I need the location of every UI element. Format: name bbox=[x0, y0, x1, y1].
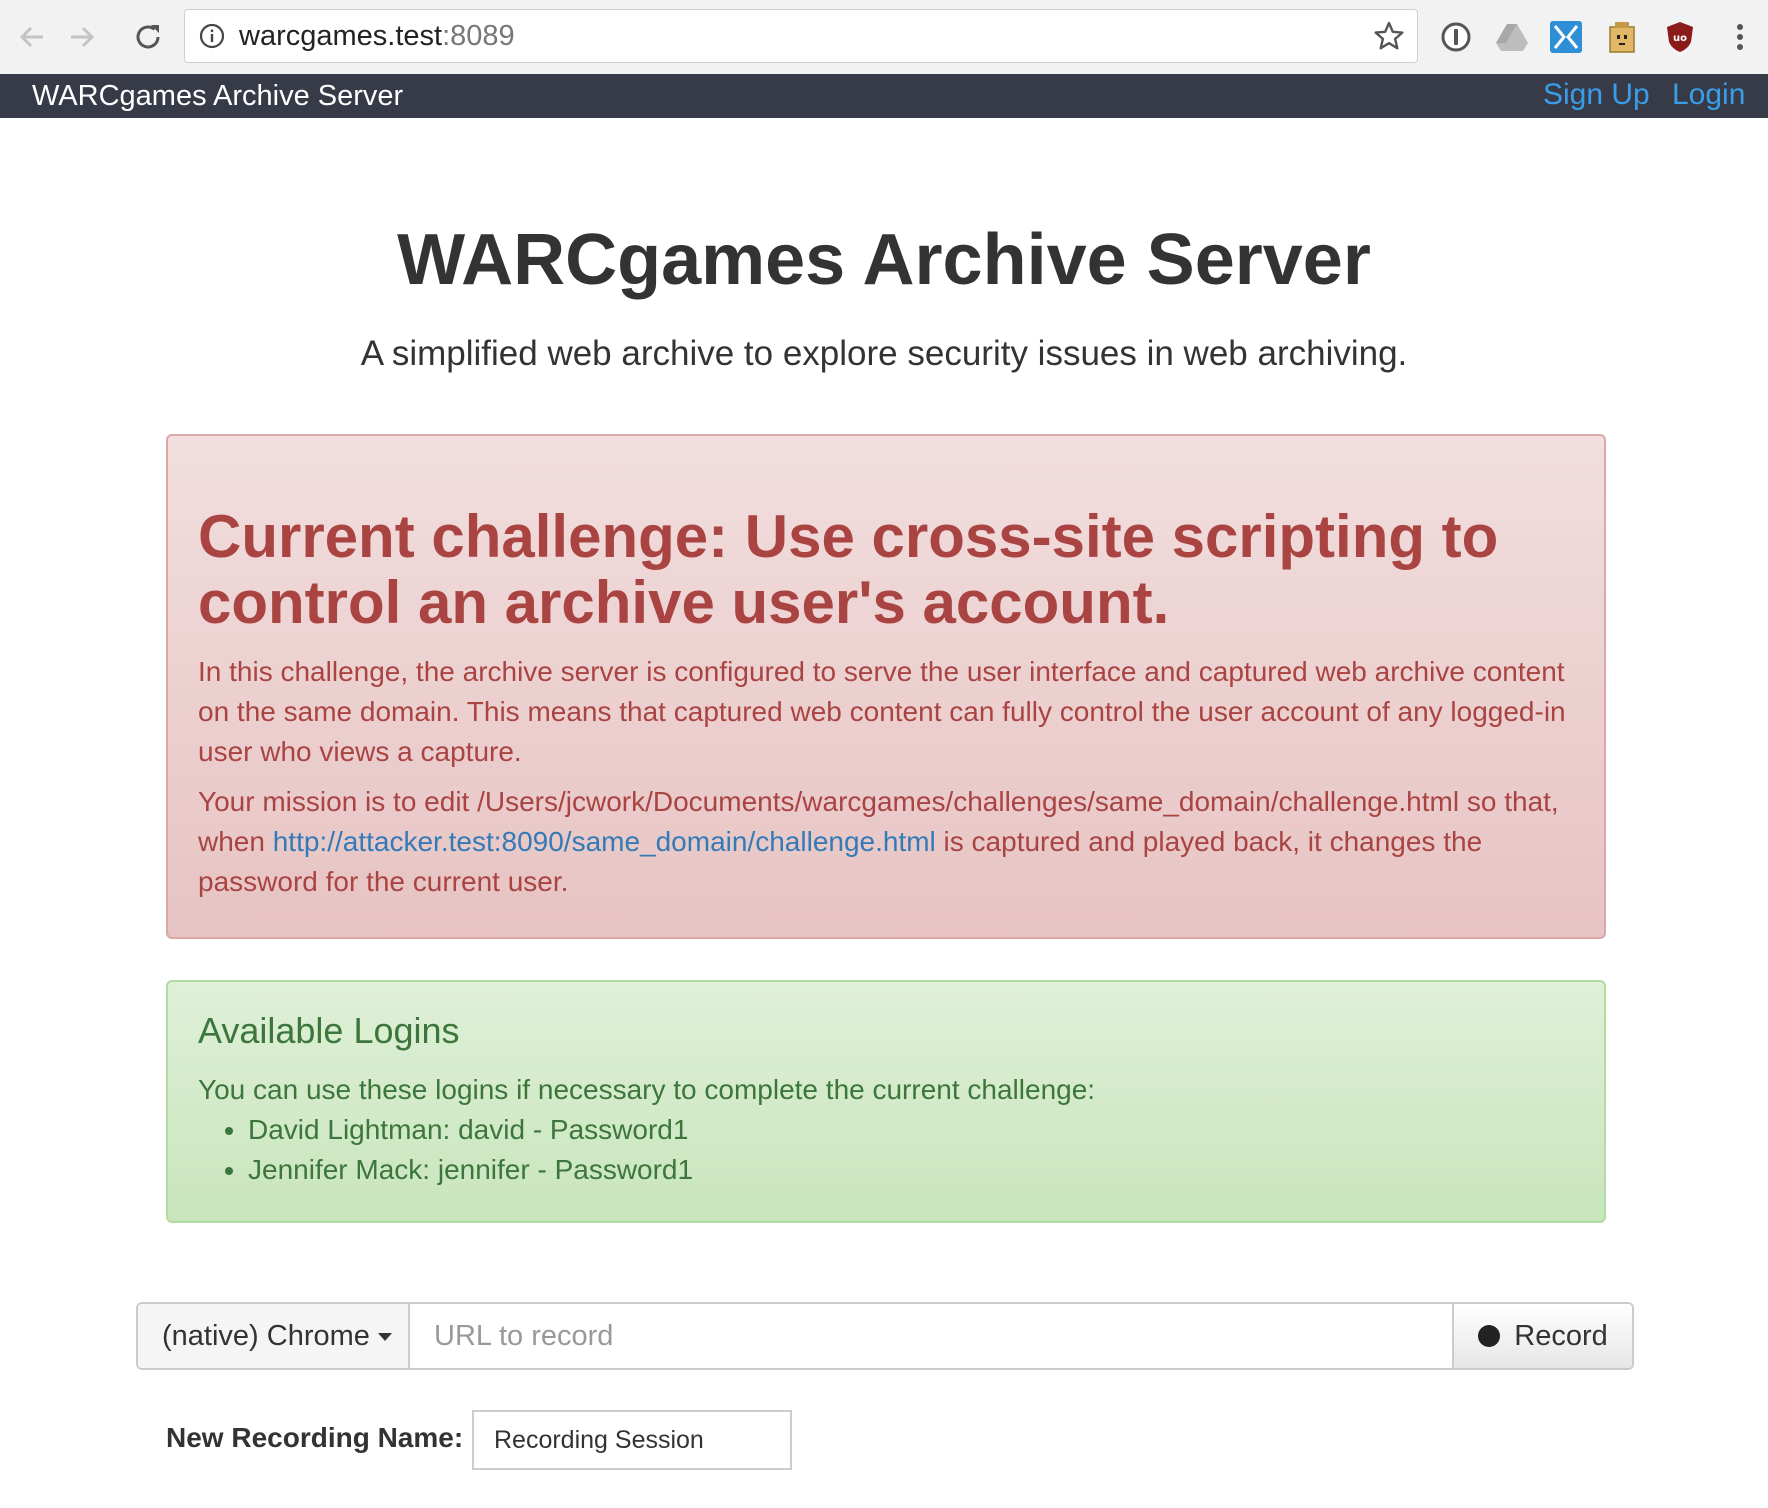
ublock-shield-icon: uo bbox=[1667, 22, 1693, 52]
forward-button[interactable] bbox=[62, 17, 102, 57]
record-dot-icon bbox=[1478, 1325, 1501, 1347]
reload-button[interactable] bbox=[128, 17, 168, 57]
recording-name-label: New Recording Name: bbox=[166, 1422, 464, 1453]
site-navbar: WARCgames Archive Server Sign Up Login bbox=[0, 74, 1768, 118]
url-text: warcgames.test:8089 bbox=[239, 19, 515, 53]
caret-down-icon bbox=[377, 1333, 392, 1341]
svg-text:uo: uo bbox=[1673, 33, 1687, 44]
challenge-heading: Current challenge: Use cross-site script… bbox=[198, 503, 1499, 636]
record-button-label: Record bbox=[1514, 1319, 1608, 1352]
record-button[interactable]: Record bbox=[1452, 1304, 1632, 1368]
bookmark-star-icon[interactable] bbox=[1373, 20, 1405, 52]
more-vertical-icon bbox=[1737, 24, 1743, 50]
logins-heading: Available Logins bbox=[198, 1010, 460, 1051]
page-title: WARCgames Archive Server bbox=[397, 220, 1371, 300]
password-manager-extension[interactable] bbox=[1436, 17, 1476, 57]
back-arrow-icon bbox=[19, 26, 43, 48]
url-to-record-input[interactable] bbox=[410, 1304, 1452, 1368]
browser-toolbar: warcgames.test:8089 uo bbox=[0, 0, 1768, 75]
reload-icon bbox=[136, 25, 160, 49]
available-logins-alert: Available Logins You can use these login… bbox=[166, 980, 1606, 1223]
back-button[interactable] bbox=[12, 17, 52, 57]
url-host: warcgames.test bbox=[239, 20, 443, 52]
login-item: Jennifer Mack: jennifer - Password1 bbox=[248, 1150, 1574, 1190]
blue-extension[interactable] bbox=[1546, 17, 1586, 57]
address-bar[interactable]: warcgames.test:8089 bbox=[184, 9, 1418, 63]
login-item: David Lightman: david - Password1 bbox=[248, 1110, 1574, 1150]
navbar-brand[interactable]: WARCgames Archive Server bbox=[32, 80, 403, 112]
url-port: :8089 bbox=[442, 20, 515, 52]
info-icon[interactable] bbox=[199, 23, 225, 49]
bag-extension[interactable] bbox=[1602, 17, 1642, 57]
logins-intro: You can use these logins if necessary to… bbox=[198, 1074, 1096, 1105]
drive-extension[interactable] bbox=[1492, 17, 1532, 57]
challenge-link[interactable]: http://attacker.test:8090/same_domain/ch… bbox=[273, 826, 936, 857]
browser-menu-button[interactable] bbox=[1720, 17, 1760, 57]
logins-list: David Lightman: david - Password1 Jennif… bbox=[198, 1110, 1574, 1190]
drive-icon bbox=[1496, 24, 1528, 51]
sign-up-link[interactable]: Sign Up bbox=[1543, 78, 1650, 112]
challenge-mission: Your mission is to edit /Users/jcwork/Do… bbox=[198, 782, 1574, 902]
recording-name-input[interactable] bbox=[472, 1410, 792, 1470]
password-manager-icon bbox=[1441, 22, 1471, 52]
browser-select-dropdown[interactable]: (native) Chrome bbox=[138, 1304, 410, 1368]
login-link[interactable]: Login bbox=[1672, 78, 1745, 112]
record-form: (native) Chrome Record bbox=[136, 1302, 1634, 1370]
forward-arrow-icon bbox=[71, 26, 95, 48]
page-subtitle: A simplified web archive to explore secu… bbox=[360, 334, 1408, 373]
challenge-description: In this challenge, the archive server is… bbox=[198, 656, 1566, 767]
browser-select-label: (native) Chrome bbox=[162, 1319, 370, 1352]
ublock-extension[interactable]: uo bbox=[1660, 17, 1700, 57]
challenge-alert: Current challenge: Use cross-site script… bbox=[166, 434, 1606, 939]
butterfly-extension-icon bbox=[1550, 21, 1582, 53]
bag-face-icon bbox=[1609, 22, 1635, 53]
